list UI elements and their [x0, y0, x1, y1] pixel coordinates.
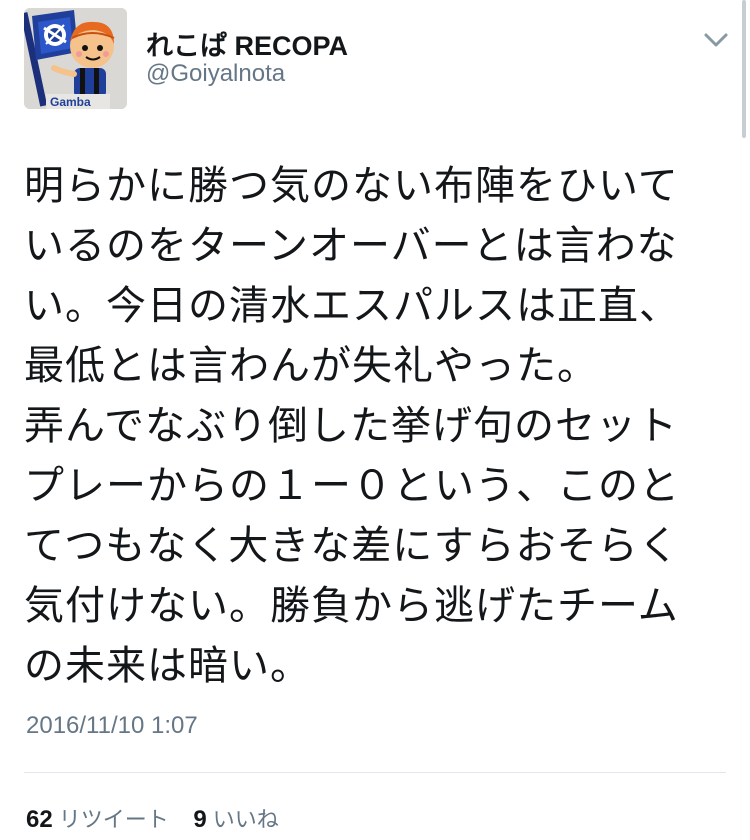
tweet-text-line: 弄んでなぶり倒した挙げ句のセット [24, 403, 678, 449]
avatar[interactable]: Gamba [24, 8, 127, 109]
tweet-text-line: い。今日の清水エスパルスは正直、 [24, 283, 680, 329]
tweet-card: Gamba れこぱ RECOPA @Goiyalnota 明らかに勝つ気のない布… [0, 0, 750, 840]
divider [24, 772, 726, 773]
tweet-text-line: の未来は暗い。 [24, 643, 311, 689]
tweet-text: 明らかに勝つ気のない布陣をひいて いるのをターンオーバーとは言わな い。今日の清… [24, 156, 728, 696]
author-handle[interactable]: @Goiyalnota [146, 60, 285, 88]
likes-count: 9 [193, 806, 207, 833]
avatar-image: Gamba [24, 8, 127, 109]
retweets-count: 62 [26, 806, 53, 833]
avatar-badge-text: Gamba [50, 95, 91, 109]
retweets-stat[interactable]: 62 リツイート [26, 802, 169, 834]
chevron-down-icon[interactable] [700, 28, 732, 52]
likes-label: いいね [212, 808, 279, 833]
author-display-name[interactable]: れこぱ RECOPA [146, 24, 348, 63]
scrollbar[interactable] [742, 0, 746, 138]
tweet-stats: 62 リツイート 9 いいね [26, 802, 297, 834]
tweet-timestamp[interactable]: 2016/11/10 1:07 [26, 712, 198, 740]
tweet-text-line: プレーからの１ー０という、このと [24, 463, 680, 509]
tweet-text-line: いるのをターンオーバーとは言わな [24, 223, 678, 269]
retweets-label: リツイート [58, 808, 169, 833]
tweet-text-line: 最低とは言わんが失礼やった。 [24, 343, 598, 389]
likes-stat[interactable]: 9 いいね [193, 802, 278, 834]
tweet-text-line: 明らかに勝つ気のない布陣をひいて [24, 163, 679, 209]
tweet-text-line: てつもなく大きな差にすらおそらく [24, 523, 680, 569]
tweet-text-line: 気付けない。勝負から逃げたチーム [24, 583, 679, 629]
